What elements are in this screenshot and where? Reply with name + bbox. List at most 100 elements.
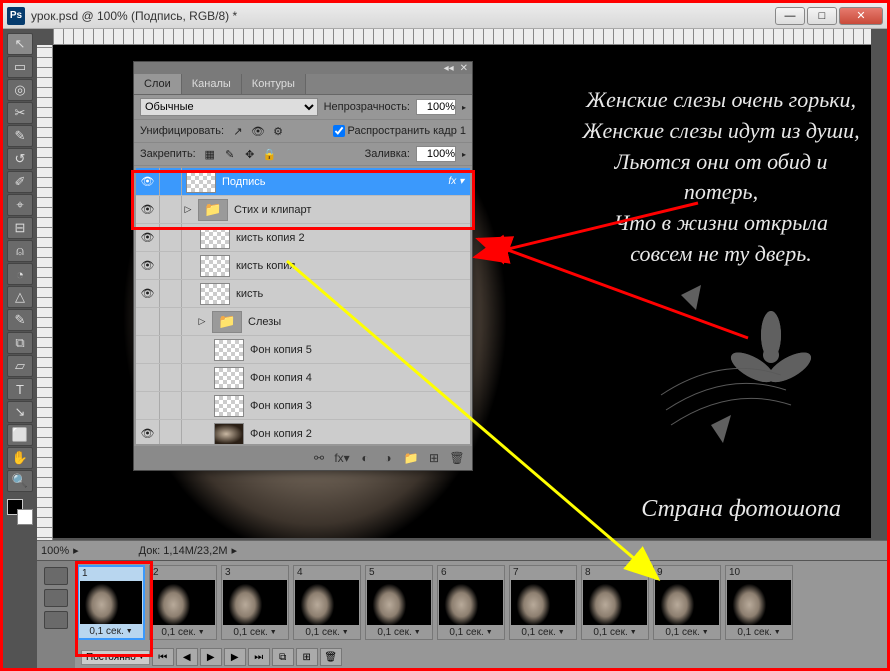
play-button[interactable]: ▶ bbox=[200, 648, 222, 666]
panel-tab-Слои[interactable]: Слои bbox=[134, 74, 182, 94]
tool-6[interactable]: ✐ bbox=[7, 171, 33, 193]
tool-1[interactable]: ▭ bbox=[7, 56, 33, 78]
tool-17[interactable]: ⬜ bbox=[7, 424, 33, 446]
expand-toggle[interactable]: ▷ bbox=[196, 316, 208, 327]
visibility-toggle[interactable] bbox=[136, 392, 160, 419]
layer-mask-icon[interactable]: ◐ bbox=[354, 449, 376, 467]
tool-7[interactable]: ⌖ bbox=[7, 194, 33, 216]
lock-transparency-icon[interactable]: ▦ bbox=[202, 146, 218, 162]
frame-delay[interactable]: 0,1 сек. bbox=[222, 626, 288, 639]
visibility-toggle[interactable]: 👁 bbox=[136, 196, 160, 223]
tool-8[interactable]: ⊟ bbox=[7, 217, 33, 239]
layer-fx-badge[interactable]: fx ▾ bbox=[448, 176, 470, 187]
color-swatches[interactable] bbox=[7, 499, 33, 525]
link-layers-icon[interactable]: ⚯ bbox=[308, 449, 330, 467]
new-frame-button[interactable]: ⊞ bbox=[296, 648, 318, 666]
tool-14[interactable]: ▱ bbox=[7, 355, 33, 377]
tool-2[interactable]: ◎ bbox=[7, 79, 33, 101]
tool-4[interactable]: ✎ bbox=[7, 125, 33, 147]
layer-row[interactable]: Фон копия 3 bbox=[136, 392, 470, 420]
zoom-value[interactable]: 100% bbox=[41, 545, 69, 557]
visibility-toggle[interactable]: 👁 bbox=[136, 420, 160, 446]
tool-5[interactable]: ↺ bbox=[7, 148, 33, 170]
new-layer-icon[interactable]: ⊞ bbox=[423, 449, 445, 467]
animation-frame-9[interactable]: 90,1 сек. bbox=[653, 565, 721, 640]
layer-thumb[interactable] bbox=[214, 367, 244, 389]
propagate-checkbox[interactable]: Распространить кадр 1 bbox=[333, 125, 466, 137]
frame-delay[interactable]: 0,1 сек. bbox=[510, 626, 576, 639]
tool-16[interactable]: ↘ bbox=[7, 401, 33, 423]
tween-button[interactable]: ⧉ bbox=[272, 648, 294, 666]
lock-position-icon[interactable]: ✥ bbox=[242, 146, 258, 162]
layer-thumb[interactable] bbox=[186, 171, 216, 193]
anim-toggle-1[interactable] bbox=[44, 567, 68, 585]
prev-frame-button[interactable]: ◀ bbox=[176, 648, 198, 666]
layer-thumb[interactable] bbox=[200, 227, 230, 249]
frame-delay[interactable]: 0,1 сек. bbox=[438, 626, 504, 639]
layer-thumb[interactable] bbox=[214, 395, 244, 417]
frame-delay[interactable]: 0,1 сек. bbox=[654, 626, 720, 639]
visibility-toggle[interactable] bbox=[136, 364, 160, 391]
layer-row[interactable]: Фон копия 4 bbox=[136, 364, 470, 392]
anim-toggle-3[interactable] bbox=[44, 611, 68, 629]
tool-19[interactable]: 🔍 bbox=[7, 470, 33, 492]
unify-visibility-icon[interactable]: 👁 bbox=[250, 123, 266, 139]
tool-9[interactable]: ⍝ bbox=[7, 240, 33, 262]
tool-15[interactable]: T bbox=[7, 378, 33, 400]
animation-frame-10[interactable]: 100,1 сек. bbox=[725, 565, 793, 640]
frame-delay[interactable]: 0,1 сек. bbox=[294, 626, 360, 639]
panel-tab-Каналы[interactable]: Каналы bbox=[182, 74, 242, 94]
fill-slider-icon[interactable]: ▸ bbox=[462, 150, 466, 159]
visibility-toggle[interactable]: 👁 bbox=[136, 252, 160, 279]
layer-row[interactable]: Фон копия 5 bbox=[136, 336, 470, 364]
layer-fx-icon[interactable]: fx▾ bbox=[331, 449, 353, 467]
next-frame-button[interactable]: ▶ bbox=[224, 648, 246, 666]
tool-0[interactable]: ↖ bbox=[7, 33, 33, 55]
minimize-button[interactable]: — bbox=[775, 7, 805, 25]
layer-thumb[interactable] bbox=[214, 339, 244, 361]
layer-thumb[interactable]: 📁 bbox=[212, 311, 242, 333]
frame-delay[interactable]: 0,1 сек. bbox=[726, 626, 792, 639]
last-frame-button[interactable]: ⏭ bbox=[248, 648, 270, 666]
layer-name[interactable]: Фон копия 5 bbox=[248, 344, 470, 356]
expand-toggle[interactable]: ▷ bbox=[182, 204, 194, 215]
layer-name[interactable]: Фон копия 2 bbox=[248, 428, 470, 440]
layer-name[interactable]: Слезы bbox=[246, 316, 470, 328]
animation-frame-5[interactable]: 50,1 сек. bbox=[365, 565, 433, 640]
frame-delay[interactable]: 0,1 сек. bbox=[150, 626, 216, 639]
layer-thumb[interactable] bbox=[200, 255, 230, 277]
new-group-icon[interactable]: 📁 bbox=[400, 449, 422, 467]
layer-name[interactable]: Подпись bbox=[220, 176, 448, 188]
layer-name[interactable]: кисть копия 2 bbox=[234, 232, 470, 244]
animation-frame-6[interactable]: 60,1 сек. bbox=[437, 565, 505, 640]
blend-mode-select[interactable]: Обычные bbox=[140, 98, 318, 116]
layer-thumb[interactable] bbox=[214, 423, 244, 445]
fill-input[interactable] bbox=[416, 146, 456, 162]
unify-position-icon[interactable]: ↗ bbox=[230, 123, 246, 139]
anim-toggle-2[interactable] bbox=[44, 589, 68, 607]
layer-row[interactable]: 👁 кисть bbox=[136, 280, 470, 308]
visibility-toggle[interactable]: 👁 bbox=[136, 280, 160, 307]
unify-style-icon[interactable]: ⚙ bbox=[270, 123, 286, 139]
layer-thumb[interactable] bbox=[200, 283, 230, 305]
lock-all-icon[interactable]: 🔒 bbox=[262, 146, 278, 162]
layer-row[interactable]: 👁 кисть копия 2 bbox=[136, 224, 470, 252]
frame-delay[interactable]: 0,1 сек. bbox=[582, 626, 648, 639]
animation-frame-7[interactable]: 70,1 сек. bbox=[509, 565, 577, 640]
layer-name[interactable]: Фон копия 3 bbox=[248, 400, 470, 412]
visibility-toggle[interactable]: 👁 bbox=[136, 224, 160, 251]
layer-row[interactable]: 👁 Фон копия 2 bbox=[136, 420, 470, 446]
visibility-toggle[interactable]: 👁 bbox=[136, 168, 160, 195]
opacity-input[interactable] bbox=[416, 99, 456, 115]
loop-dropdown[interactable]: Постоянно▼ bbox=[81, 650, 150, 665]
animation-frame-2[interactable]: 20,1 сек. bbox=[149, 565, 217, 640]
layer-name[interactable]: кисть bbox=[234, 288, 470, 300]
frame-delay[interactable]: 0,1 сек. bbox=[79, 625, 143, 638]
layer-row[interactable]: 👁кисть копия bbox=[136, 252, 470, 280]
layer-row[interactable]: ▷ 📁 Слезы bbox=[136, 308, 470, 336]
tool-18[interactable]: ✋ bbox=[7, 447, 33, 469]
panel-collapse-icon[interactable]: ◂◂ bbox=[444, 63, 454, 74]
tool-11[interactable]: △ bbox=[7, 286, 33, 308]
layer-row[interactable]: 👁 Подписьfx ▾ bbox=[136, 168, 470, 196]
layer-name[interactable]: Фон копия 4 bbox=[248, 372, 470, 384]
